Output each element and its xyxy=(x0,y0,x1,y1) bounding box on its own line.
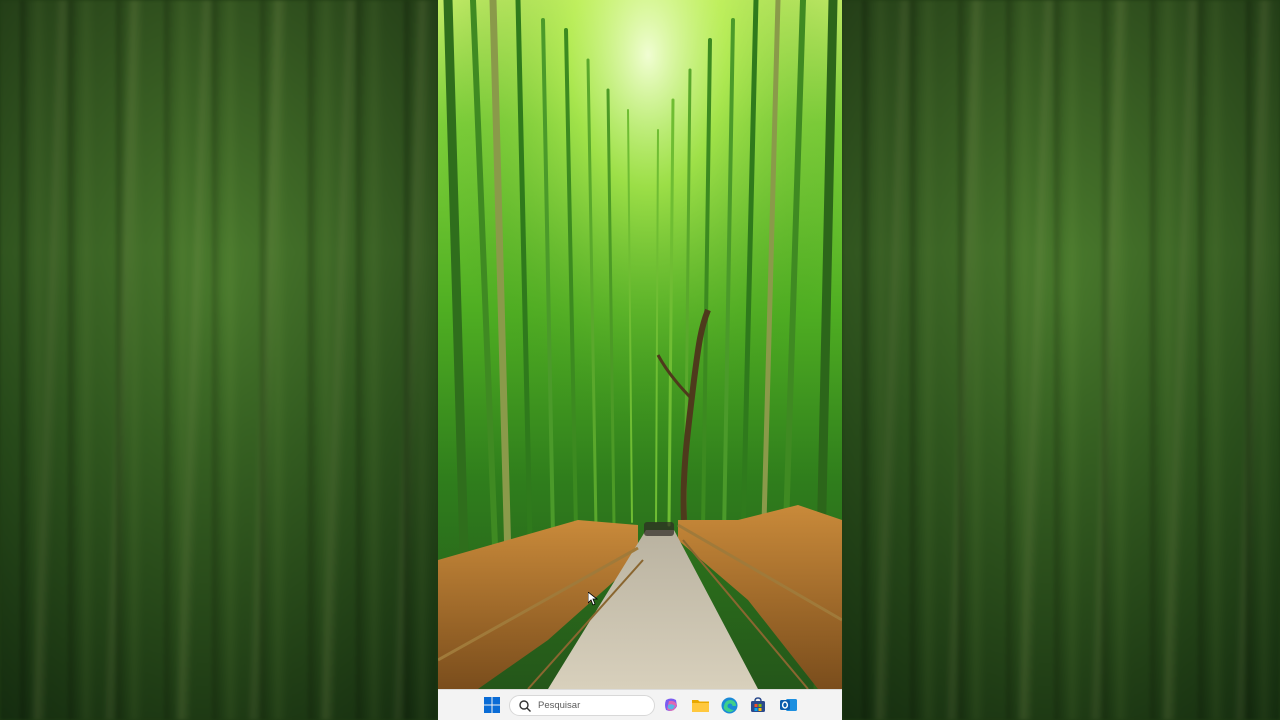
folder-icon xyxy=(691,699,709,712)
microsoft-store-button[interactable] xyxy=(747,694,769,716)
copilot-icon xyxy=(664,698,677,711)
blurred-background-left xyxy=(0,0,438,720)
desktop-screen: Pesquisar xyxy=(438,0,842,720)
search-icon xyxy=(519,699,531,712)
outlook-button[interactable] xyxy=(777,694,799,716)
taskbar: Pesquisar xyxy=(438,689,842,720)
store-icon xyxy=(751,697,765,712)
windows-logo-icon xyxy=(484,697,500,713)
edge-button[interactable] xyxy=(718,694,740,716)
file-explorer-button[interactable] xyxy=(689,694,711,716)
copilot-button[interactable] xyxy=(660,694,682,716)
edge-icon xyxy=(721,697,737,713)
bamboo-forest-wallpaper xyxy=(438,0,842,689)
start-button[interactable] xyxy=(481,694,503,716)
search-placeholder: Pesquisar xyxy=(538,700,581,711)
blurred-background-right xyxy=(842,0,1280,720)
taskbar-search-box[interactable]: Pesquisar xyxy=(509,695,655,716)
outlook-icon xyxy=(779,699,797,711)
